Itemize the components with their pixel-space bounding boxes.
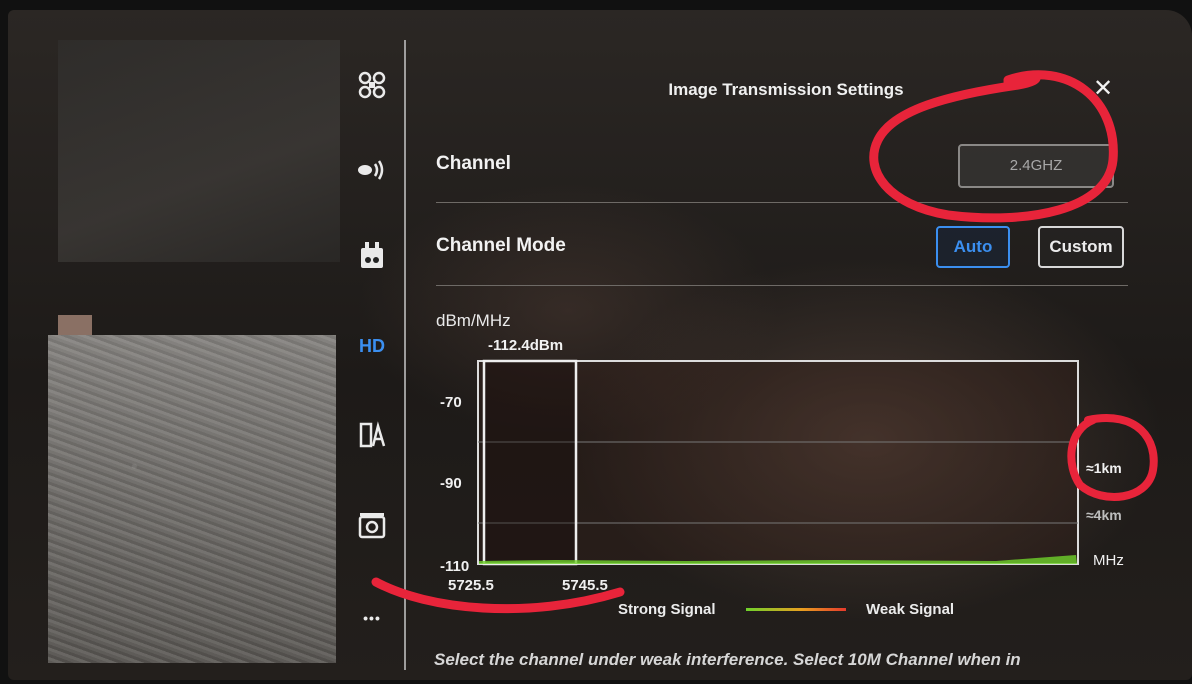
battery-icon <box>361 242 383 268</box>
fpv-overlay-tag <box>58 315 92 335</box>
hint-text: Select the channel under weak interferen… <box>434 650 1021 669</box>
channel-mode-label: Channel Mode <box>436 235 566 256</box>
signal-icon <box>358 160 384 180</box>
auto-button[interactable]: Auto <box>936 226 1010 268</box>
range-label: ≈4km <box>1086 507 1122 523</box>
image-transmission-panel: Image Transmission Settings ✕ Channel 2.… <box>406 40 1166 680</box>
chart-marker-label: -112.4dBm <box>488 337 564 354</box>
legend-gradient <box>746 608 846 611</box>
camera-icon <box>358 513 386 539</box>
channel-label: Channel <box>436 153 511 174</box>
sidebar-item-camera[interactable] <box>348 505 396 545</box>
channel-select[interactable]: 2.4GHZ <box>958 144 1114 188</box>
legend-weak-signal: Weak Signal <box>866 601 955 618</box>
general-icon <box>359 421 386 448</box>
sidebar-item-general[interactable] <box>348 415 396 455</box>
sidebar-item-more[interactable]: ••• <box>348 598 396 638</box>
row-divider <box>436 285 1128 286</box>
close-button[interactable]: ✕ <box>1088 74 1118 104</box>
fpv-map-preview[interactable] <box>58 40 340 262</box>
chart-y-unit: dBm/MHz <box>436 311 511 330</box>
more-icon: ••• <box>363 610 381 626</box>
aircraft-icon <box>358 71 386 99</box>
legend-strong-signal: Strong Signal <box>618 601 716 618</box>
hd-icon: HD <box>359 335 385 356</box>
custom-button[interactable]: Custom <box>1038 226 1124 268</box>
app-screen: HD ••• Image Transmission Settings ✕ Cha… <box>8 10 1192 680</box>
sidebar-item-remote-controller[interactable] <box>348 150 396 190</box>
sidebar-item-hd[interactable]: HD <box>348 326 396 366</box>
close-icon: ✕ <box>1092 75 1114 102</box>
sidebar-item-aircraft[interactable] <box>348 65 396 105</box>
selected-channel-band <box>482 359 578 566</box>
range-label: ≈1km <box>1086 460 1122 476</box>
x-tick-label: 5725.5 <box>448 577 494 594</box>
y-tick-label: -90 <box>440 475 462 492</box>
sidebar-item-battery[interactable] <box>348 235 396 275</box>
x-unit-label: MHz <box>1093 552 1124 569</box>
interference-chart[interactable]: -70 -90 -110 5725.5 5745.5 ≈1km ≈4km MHz <box>436 355 1156 640</box>
camera-preview[interactable] <box>48 335 336 663</box>
row-divider <box>436 202 1128 203</box>
page-title: Image Transmission Settings <box>668 80 904 99</box>
settings-sidebar: HD ••• <box>348 50 398 650</box>
y-tick-label: -110 <box>440 558 469 575</box>
y-tick-label: -70 <box>440 394 462 411</box>
x-tick-label: 5745.5 <box>562 577 608 594</box>
